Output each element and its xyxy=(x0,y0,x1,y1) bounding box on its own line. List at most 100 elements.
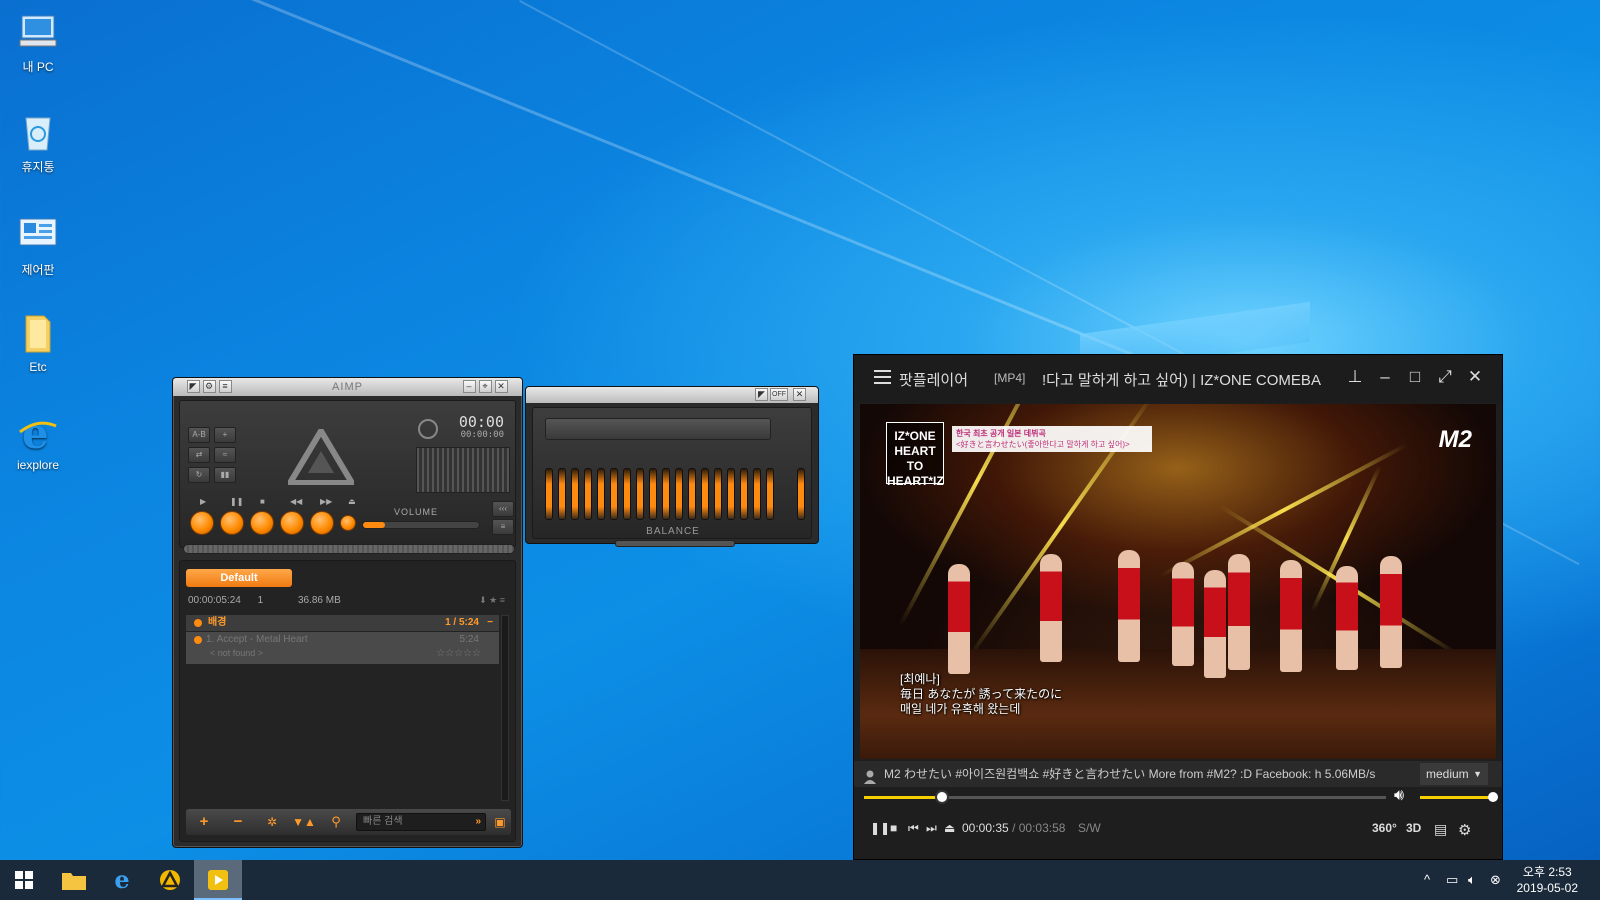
eq-band-slider[interactable] xyxy=(649,468,657,520)
pause-button[interactable]: ❚❚ xyxy=(870,821,890,835)
add-bookmark-button[interactable]: + xyxy=(214,427,236,443)
maximize-button[interactable]: □ xyxy=(1404,367,1426,387)
hamburger-menu-icon[interactable] xyxy=(874,370,891,384)
playlist-options-icons[interactable]: ⬇ ★ ≡ xyxy=(479,595,505,606)
playlist-tab-default[interactable]: Default xyxy=(186,569,292,587)
equalizer-title-bar[interactable]: ◤ OFF ✕ xyxy=(526,387,818,403)
rating-stars[interactable]: ☆☆☆☆☆ xyxy=(436,648,481,659)
aimp-minimize-button[interactable]: – xyxy=(463,380,476,393)
open-file-button[interactable] xyxy=(340,515,356,531)
aimp-settings-button[interactable]: ⚙ xyxy=(203,380,216,393)
video-frame[interactable]: IZ*ONE HEART TO HEART*IZ 한국 최초 공개 일본 데뷔곡… xyxy=(860,404,1496,759)
eq-band-slider[interactable] xyxy=(545,468,553,520)
eq-preset-field[interactable] xyxy=(545,418,771,440)
volume-slider[interactable] xyxy=(1420,792,1498,802)
volume-slider[interactable] xyxy=(362,521,480,529)
playlist-icon[interactable]: ▤ xyxy=(1434,821,1447,838)
network-icon[interactable]: ▭ xyxy=(1446,860,1458,900)
play-button[interactable] xyxy=(190,511,214,535)
eq-band-slider[interactable] xyxy=(662,468,670,520)
balance-slider[interactable] xyxy=(615,540,735,547)
arrange-button[interactable]: ▼▲ xyxy=(290,812,318,832)
eq-preamp-slider[interactable] xyxy=(797,468,805,520)
close-button[interactable]: ✕ xyxy=(1464,367,1486,387)
add-files-button[interactable]: + xyxy=(190,812,218,832)
file-explorer-taskbar-button[interactable] xyxy=(50,860,98,900)
seek-knob[interactable] xyxy=(935,790,950,804)
eq-band-slider[interactable] xyxy=(727,468,735,520)
eq-band-slider[interactable] xyxy=(714,468,722,520)
stop-button[interactable] xyxy=(250,511,274,535)
desktop-icon-my-pc[interactable]: 내 PC xyxy=(8,10,68,75)
eq-band-slider[interactable] xyxy=(558,468,566,520)
chevron-up-icon[interactable]: ^ xyxy=(1424,860,1430,900)
aimp-taskbar-button[interactable] xyxy=(146,860,194,900)
potplayer-window[interactable]: 팟플레이어 [MP4] !다고 말하게 하고 싶어) | IZ*ONE COME… xyxy=(853,354,1503,860)
desktop-icon-recycle-bin[interactable]: 휴지통 xyxy=(8,110,68,175)
shuffle-button[interactable]: ⇄ xyxy=(188,447,210,463)
eq-off-button[interactable]: OFF xyxy=(770,388,788,401)
aimp-close-button[interactable]: ✕ xyxy=(495,380,508,393)
remove-files-button[interactable]: − xyxy=(224,812,252,832)
eq-band-slider[interactable] xyxy=(597,468,605,520)
equalizer-toggle-button[interactable]: ▮▮ xyxy=(214,467,236,483)
minimize-button[interactable]: – xyxy=(1374,367,1396,387)
ab-repeat-button[interactable]: A-B xyxy=(188,427,210,443)
playlist-group-header[interactable]: 배경 1 / 5:24 − xyxy=(186,615,499,631)
eq-band-slider[interactable] xyxy=(584,468,592,520)
eq-band-slider[interactable] xyxy=(610,468,618,520)
search-icon[interactable]: ⚲ xyxy=(322,812,350,832)
potplayer-taskbar-button[interactable] xyxy=(194,860,242,900)
start-button[interactable] xyxy=(0,860,48,900)
aimp-title-bar[interactable]: AIMP ◤ ⚙ ≡ – ⌖ ✕ xyxy=(173,378,522,396)
previous-button[interactable] xyxy=(280,511,304,535)
visualization-button[interactable]: ≈ xyxy=(214,447,236,463)
next-button[interactable]: ⏭ xyxy=(926,821,937,836)
potplayer-title-bar[interactable]: 팟플레이어 [MP4] !다고 말하게 하고 싶어) | IZ*ONE COME… xyxy=(854,355,1502,403)
previous-button[interactable]: ⏮ xyxy=(908,821,919,836)
repeat-button[interactable]: ↻ xyxy=(188,467,210,483)
aimp-skin-button[interactable]: ≡ xyxy=(219,380,232,393)
eq-band-slider[interactable] xyxy=(766,468,774,520)
playlist-track-row[interactable]: 1. Accept - Metal Heart 5:24 < not found… xyxy=(186,632,499,664)
eq-band-slider[interactable] xyxy=(701,468,709,520)
eq-close-button[interactable]: ✕ xyxy=(793,388,806,401)
volume-knob[interactable] xyxy=(1488,792,1498,802)
eq-menu-button[interactable]: ◤ xyxy=(755,388,768,401)
eject-button[interactable]: ⏏ xyxy=(944,821,955,835)
eq-band-slider[interactable] xyxy=(571,468,579,520)
quality-dropdown[interactable]: medium ▼ xyxy=(1420,763,1488,785)
vr-360-button[interactable]: 360° xyxy=(1372,821,1397,835)
sw-decoder-button[interactable]: S/W xyxy=(1078,821,1101,835)
notification-icon[interactable]: ⊗ xyxy=(1490,860,1501,900)
seek-slider[interactable] xyxy=(864,790,1386,804)
stop-button[interactable]: ■ xyxy=(890,821,897,835)
fullscreen-button[interactable]: ⤢ xyxy=(1434,367,1456,387)
eq-band-slider[interactable] xyxy=(623,468,631,520)
seek-bar[interactable] xyxy=(183,544,515,554)
internet-explorer-icon[interactable]: e xyxy=(98,860,146,900)
desktop-icon-etc-folder[interactable]: Etc xyxy=(8,312,68,374)
eq-band-slider[interactable] xyxy=(688,468,696,520)
power-icon[interactable] xyxy=(418,419,438,439)
playlist-toggle-button[interactable]: ≡ xyxy=(492,519,514,535)
next-button[interactable] xyxy=(310,511,334,535)
aimp-pin-button[interactable]: ⌖ xyxy=(479,380,492,393)
volume-icon[interactable]: 🔊︎ xyxy=(1394,787,1404,805)
aimp-window[interactable]: AIMP ◤ ⚙ ≡ – ⌖ ✕ A-B + ⇄ ≈ ↻ ▮▮ 00:00 00… xyxy=(172,377,523,848)
speaker-icon[interactable]: 🔈︎ xyxy=(1468,860,1476,900)
eq-band-slider[interactable] xyxy=(753,468,761,520)
eq-band-slider[interactable] xyxy=(740,468,748,520)
eq-band-slider[interactable] xyxy=(675,468,683,520)
pin-icon[interactable]: ⊥ xyxy=(1344,367,1366,387)
playlist-file-button[interactable]: ▣ xyxy=(486,812,514,832)
equalizer-window[interactable]: ◤ OFF ✕ BALANCE xyxy=(525,386,819,547)
3d-button[interactable]: 3D xyxy=(1406,821,1421,835)
gear-icon[interactable]: ⚙ xyxy=(1458,821,1471,839)
quick-search-input[interactable]: 빠른 검색 » xyxy=(356,813,486,831)
mixer-button[interactable]: ‹‹‹ xyxy=(492,501,514,517)
eq-band-slider[interactable] xyxy=(636,468,644,520)
playlist-scrollbar[interactable] xyxy=(501,615,509,801)
pause-button[interactable] xyxy=(220,511,244,535)
sort-button[interactable]: ✲ xyxy=(258,812,286,832)
